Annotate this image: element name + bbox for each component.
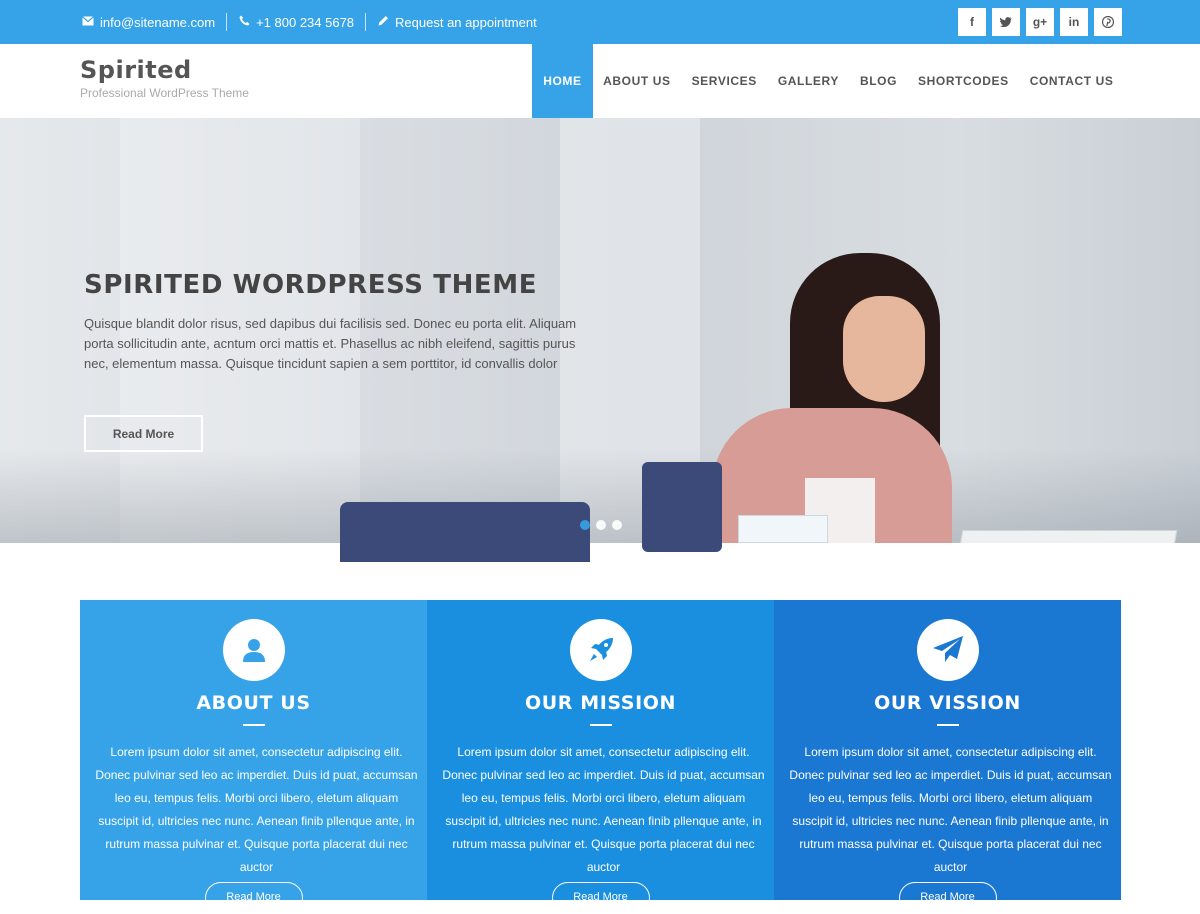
tagline: Professional WordPress Theme [80,86,249,100]
nav-shortcodes[interactable]: SHORTCODES [908,44,1020,118]
pinterest-icon[interactable] [1094,8,1122,36]
nav-about-us[interactable]: ABOUT US [593,44,681,118]
feature-title: OUR VISSION [874,692,1021,714]
linkedin-icon[interactable]: in [1060,8,1088,36]
appointment-link[interactable]: Request an appointment [377,15,537,30]
user-icon [222,619,285,681]
feature-read-more-button[interactable]: Read More [204,882,303,914]
feature-title: OUR MISSION [524,692,677,714]
social-links: f g+ in [958,8,1122,36]
google-plus-icon[interactable]: g+ [1026,8,1054,36]
twitter-icon[interactable] [992,8,1020,36]
nav-blog[interactable]: BLOG [849,44,907,118]
appointment-text: Request an appointment [395,14,537,30]
slider-dots [580,520,622,530]
hero-content: SPIRITED WORDPRESS THEME Quisque blandit… [84,270,584,374]
phone-icon [238,15,250,29]
hero-photo-papers [738,515,828,543]
email-link[interactable]: info@sitename.com [82,15,215,30]
main-nav: HOME ABOUT US SERVICES GALLERY BLOG SHOR… [532,44,1124,118]
hero-title: SPIRITED WORDPRESS THEME [84,270,538,300]
nav-services[interactable]: SERVICES [681,44,767,118]
hero-photo-chair [642,462,722,552]
hero-read-more-button[interactable]: Read More [84,415,203,452]
feature-boxes: ABOUT US Lorem ipsum dolor sit amet, con… [80,600,1121,914]
hero-photo-laptop [937,530,1178,543]
title-underline [242,724,265,726]
nav-gallery[interactable]: GALLERY [767,44,849,118]
feature-text: Lorem ipsum dolor sit amet, consectetur … [95,745,418,874]
nav-home[interactable]: HOME [532,44,593,118]
phone-link[interactable]: +1 800 234 5678 [238,15,354,30]
feature-text: Lorem ipsum dolor sit amet, consectetur … [442,745,765,874]
nav-contact-us[interactable]: CONTACT US [1019,44,1124,118]
feature-our-vission: OUR VISSION Lorem ipsum dolor sit amet, … [774,600,1121,914]
hero-photo-chair [340,502,590,562]
pencil-icon [377,15,389,29]
divider [365,13,367,31]
rocket-icon [569,619,632,681]
feature-text: Lorem ipsum dolor sit amet, consectetur … [789,745,1112,874]
site-header: Spirited Professional WordPress Theme HO… [0,44,1200,118]
hero-photo-face [843,296,925,402]
slider-dot-1[interactable] [580,520,590,530]
logo-text: Spirited [80,56,192,84]
title-underline [589,724,612,726]
facebook-icon[interactable]: f [958,8,986,36]
feature-read-more-button[interactable]: Read More [898,882,997,914]
slider-dot-2[interactable] [596,520,606,530]
phone-text: +1 800 234 5678 [256,14,355,30]
feature-read-more-button[interactable]: Read More [551,882,650,914]
feature-title: ABOUT US [196,692,311,714]
contact-info: info@sitename.com +1 800 234 5678 Reques… [82,0,537,44]
paper-plane-icon [916,619,979,681]
slider-dot-3[interactable] [612,520,622,530]
hero-description: Quisque blandit dolor risus, sed dapibus… [84,316,577,371]
site-logo[interactable]: Spirited Professional WordPress Theme [80,56,249,100]
feature-about-us: ABOUT US Lorem ipsum dolor sit amet, con… [80,600,427,914]
divider [226,13,228,31]
title-underline [936,724,959,726]
feature-our-mission: OUR MISSION Lorem ipsum dolor sit amet, … [427,600,774,914]
top-bar: info@sitename.com +1 800 234 5678 Reques… [0,0,1200,44]
envelope-icon [82,15,94,29]
email-text: info@sitename.com [100,14,216,30]
